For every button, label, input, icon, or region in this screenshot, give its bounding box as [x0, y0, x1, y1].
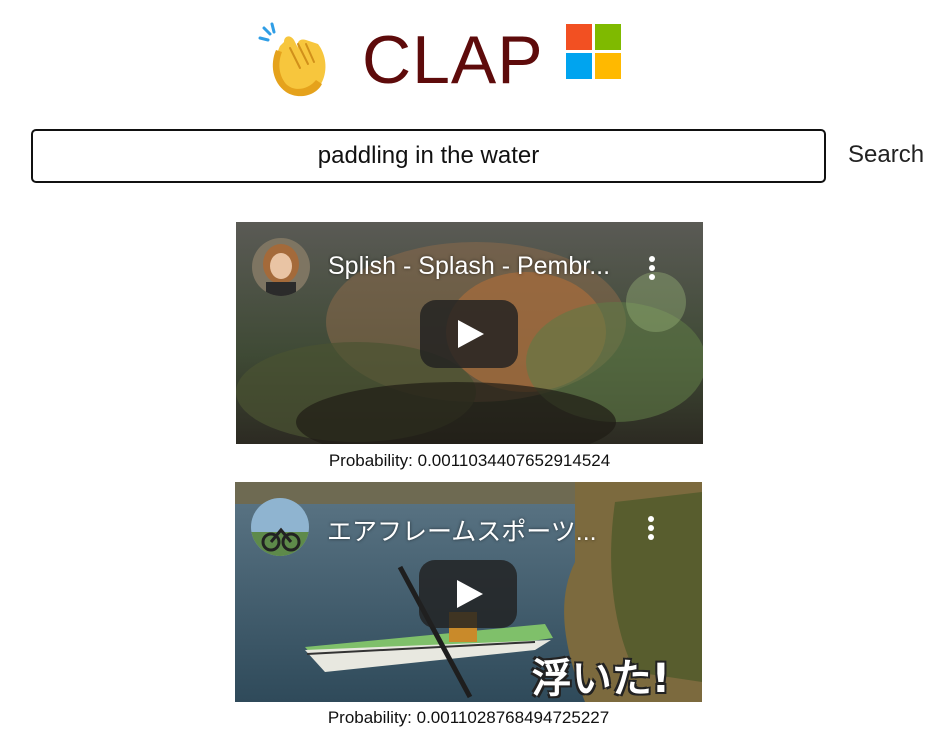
header: CLAP	[0, 10, 951, 100]
probability-label: Probability: 0.0011028768494725227	[327, 708, 610, 727]
video-title[interactable]: エアフレームスポーツ...	[327, 512, 637, 548]
video-title[interactable]: Splish - Splash - Pembr...	[328, 252, 638, 281]
more-options-icon[interactable]	[647, 256, 657, 284]
play-button[interactable]	[419, 560, 517, 628]
probability-label: Probability: 0.0011034407652914524	[328, 451, 611, 470]
video-result-1[interactable]: Splish - Splash - Pembr...	[236, 222, 703, 444]
search-button[interactable]: Search	[840, 132, 940, 178]
microsoft-logo-icon	[566, 24, 622, 80]
clapping-hands-icon	[258, 22, 326, 97]
search-input[interactable]	[31, 129, 826, 183]
play-button[interactable]	[420, 300, 518, 368]
video-overlay-text: 浮いた!	[531, 656, 670, 702]
more-options-icon[interactable]	[646, 516, 656, 544]
channel-avatar[interactable]	[251, 498, 309, 556]
channel-avatar[interactable]	[252, 238, 310, 296]
video-result-2[interactable]: エアフレームスポーツ... 浮いた!	[235, 482, 702, 702]
page-title: CLAP	[362, 22, 544, 98]
